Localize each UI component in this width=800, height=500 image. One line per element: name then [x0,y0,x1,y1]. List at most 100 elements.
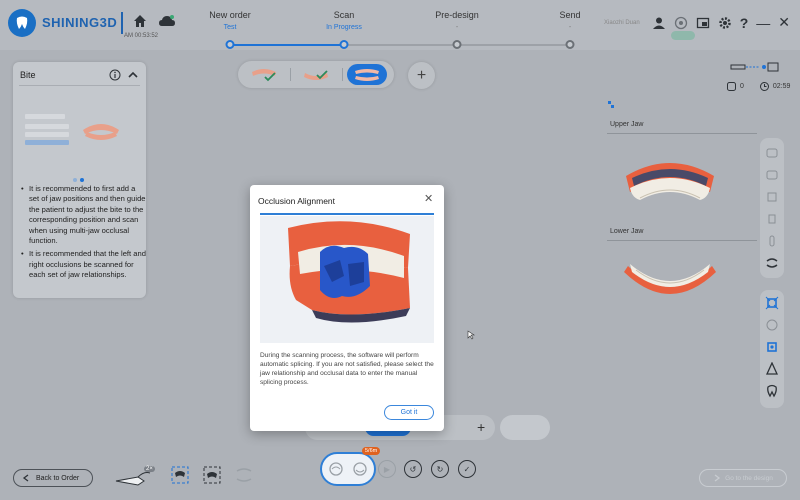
jaw-selector [238,61,394,88]
chevron-right-icon [714,474,721,482]
upper-jaw-view-icon[interactable] [765,146,779,160]
step-dot-send [565,40,575,49]
lower-jaw-label: Lower Jaw [610,228,644,235]
brand-name: SHINING3D [42,15,118,30]
top-bar: SHINING3D AM 00:53:52 New order Test Sca… [0,0,800,50]
upper-jaw-label: Upper Jaw [610,121,644,128]
help-icon[interactable]: ? [740,15,749,31]
crop-tool-icon[interactable] [765,340,779,354]
scanner-device-icon[interactable] [674,16,688,30]
occlusion-illustration [260,216,434,343]
area-select-icon[interactable] [202,465,222,485]
user-name: Xiaozhi Duan [604,19,640,26]
go-to-design-button[interactable]: Go to the design [699,469,787,487]
dialog-progress-fill [260,213,434,215]
bite-tutorial-thumbnail [23,106,137,164]
auto-align-icon[interactable] [765,296,779,310]
workflow-stepper: New order Test Scan In Progress Pre-desi… [190,0,600,50]
upper-jaw-check-icon [252,68,276,81]
upper-jaw-divider [607,133,757,134]
user-icon[interactable] [652,16,666,30]
right-toolbar-view [760,138,784,278]
back-view-icon[interactable] [765,234,779,248]
auto-crop-icon[interactable] [170,465,190,485]
cloud-sync-icon[interactable] [158,13,176,34]
frame-count: 0 [740,83,744,90]
lower-jaw-divider [607,240,757,241]
bite-panel-title: Bite [20,70,36,80]
chevron-left-icon [22,474,29,482]
bite-jaw-toggle[interactable] [347,64,387,85]
lower-jaw-toggle[interactable] [296,64,336,85]
lower-jaw-model[interactable] [622,258,718,306]
minimize-icon[interactable]: — [756,15,770,31]
upper-jaw-toggle[interactable] [244,64,284,85]
scan-counters: 0 02:59 [727,82,790,91]
clock-readout: AM 00:53:52 [124,33,159,39]
scan-start-button[interactable] [320,452,376,486]
close-icon[interactable]: ✕ [778,14,790,31]
go-to-design-label: Go to the design [725,474,773,482]
scanner-link-status [730,60,780,78]
home-icon[interactable] [132,13,148,34]
dialog-close-icon[interactable]: ✕ [424,194,433,205]
occlusal-view-icon[interactable] [765,256,779,270]
side-view-icon[interactable] [765,212,779,226]
bite-jaw-icon [355,68,379,81]
bite-panel: Bite It is recommended to first add a se… [13,62,146,298]
thumb-row [25,124,69,129]
pager-dot[interactable] [80,178,84,182]
bite-panel-divider [19,85,140,86]
scan-mode-icon [329,462,343,476]
confirm-check-icon[interactable]: ✓ [458,460,476,478]
measure-tool-icon[interactable] [765,362,779,376]
front-view-icon[interactable] [765,190,779,204]
tip-item: It is recommended that the left and righ… [21,249,146,280]
back-to-order-button[interactable]: Back to Order [13,469,93,487]
occlusion-alignment-dialog: Occlusion Alignment ✕ During the scannin… [250,185,444,431]
add-position-icon[interactable]: + [477,419,485,435]
lower-jaw-view-icon[interactable] [765,168,779,182]
tutorial-pager [73,178,84,182]
tooth-analysis-icon[interactable] [765,384,779,398]
screenshot-icon[interactable] [696,16,710,30]
step-send[interactable]: Send - [525,10,615,33]
step-dot-pre-design [452,40,462,49]
frame-count-icon [727,82,736,91]
thumb-jaw-icon [83,124,119,140]
upper-jaw-model[interactable] [622,156,718,204]
jaw-divider [342,68,343,81]
thumb-row [25,114,65,119]
stepper-progress [230,44,344,46]
play-icon[interactable]: ▶ [378,460,396,478]
bite-mode-icon [353,462,367,476]
info-icon[interactable] [109,68,121,86]
bite-scan-icon[interactable] [234,465,254,485]
thumb-row [25,132,69,137]
step-pre-design[interactable]: Pre-design - [412,10,502,33]
step-scan[interactable]: Scan In Progress [299,10,389,33]
step-dot-new-order [225,40,235,49]
pager-dot[interactable] [73,178,77,182]
scan-count-badge: 5/6m [362,447,381,455]
lower-jaw-check-icon [304,69,328,80]
connection-status-pill [671,31,695,40]
add-jaw-position-button[interactable]: + [408,62,435,89]
jaw-divider [290,68,291,81]
texture-icon[interactable] [765,318,779,332]
bite-tips: It is recommended to first add a set of … [21,184,146,284]
step-new-order[interactable]: New order Test [185,10,275,33]
right-toolbar-tools [760,290,784,408]
step-dot-scan [339,40,349,49]
gear-icon[interactable] [718,16,732,30]
redo-icon[interactable]: ↻ [431,460,449,478]
undo-icon[interactable]: ↺ [404,460,422,478]
got-it-button[interactable]: Got it [384,405,434,420]
bite-preview-button[interactable] [500,415,550,440]
view-marker-icon [607,97,615,115]
zoom-badge: 2× [144,466,155,472]
timer-icon [759,82,769,91]
back-to-order-label: Back to Order [36,474,80,482]
brand-divider [121,12,123,34]
chevron-up-icon[interactable] [127,68,139,86]
